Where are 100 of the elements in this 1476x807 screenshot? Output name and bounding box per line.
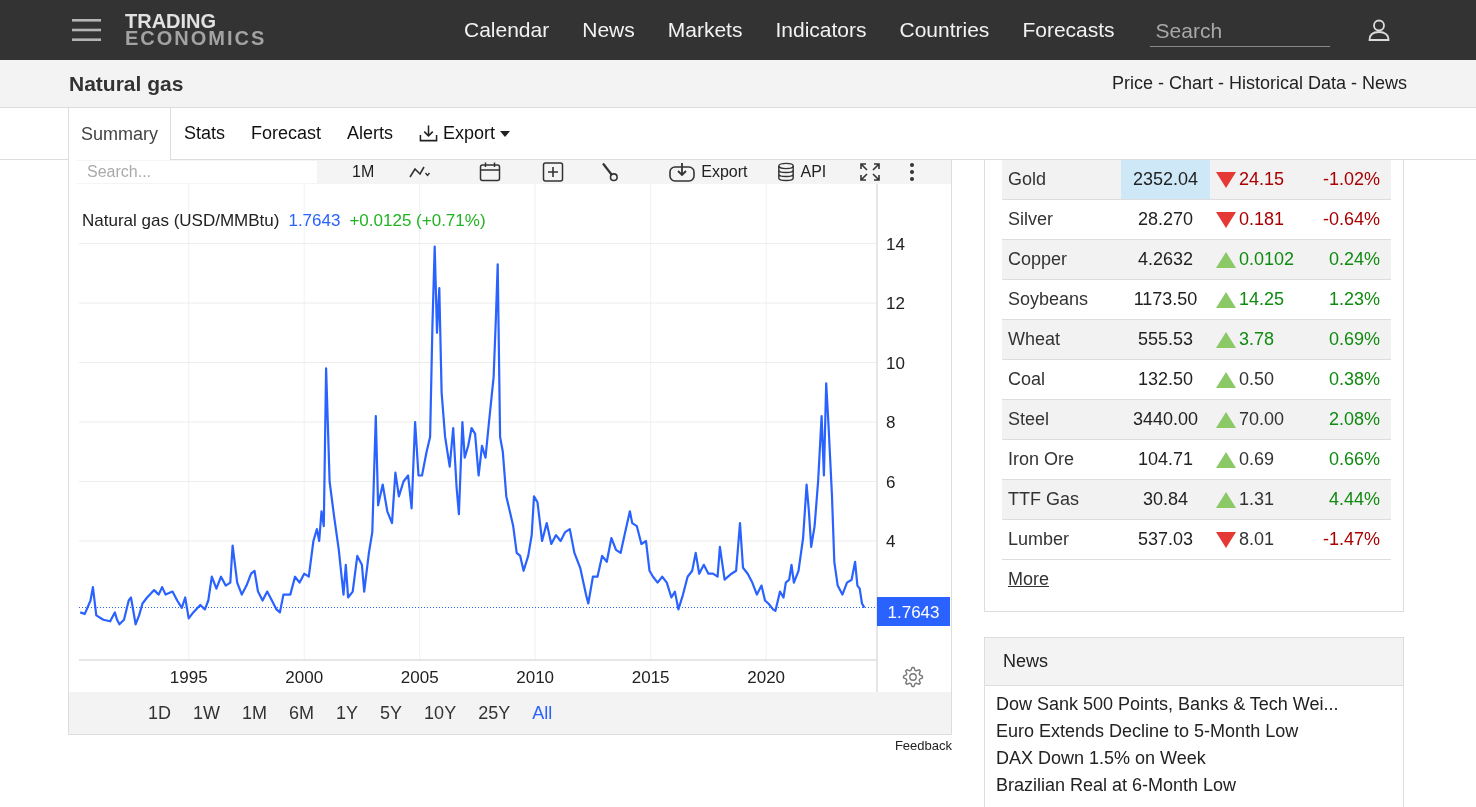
commodity-link[interactable]: Coal — [1002, 360, 1121, 399]
calendar-icon[interactable] — [479, 162, 502, 182]
x-axis-label: 2020 — [747, 668, 786, 687]
percent-change: -1.02% — [1322, 169, 1380, 190]
triangle-down-icon — [1216, 531, 1236, 548]
range-button[interactable]: All — [521, 702, 564, 724]
x-axis-label: 2000 — [285, 668, 324, 687]
percent-change: -0.64% — [1322, 209, 1380, 230]
price-cell-text: 1173.50 — [1132, 288, 1199, 311]
chart-search-field[interactable]: Search... — [77, 161, 317, 183]
range-button[interactable]: 25Y — [467, 702, 522, 724]
last-value: 1.7643 — [288, 211, 341, 231]
database-icon — [777, 162, 796, 182]
commodity-link[interactable]: Lumber — [1002, 520, 1121, 559]
percent-change: -1.47% — [1322, 529, 1380, 550]
price-cell-text: 537.03 — [1136, 528, 1195, 551]
section-link[interactable]: News — [1362, 73, 1407, 94]
headline-link[interactable]: Brazilian Real at 6-Month Low — [996, 772, 1237, 799]
export-button[interactable]: Export — [669, 162, 748, 182]
x-axis-label: 2015 — [631, 668, 670, 687]
range-button[interactable]: 1M — [231, 702, 279, 724]
nav-link[interactable]: Forecasts — [1022, 18, 1115, 42]
section-link[interactable]: Chart — [1168, 73, 1213, 94]
pin-icon[interactable] — [601, 162, 620, 182]
commodity-link[interactable]: Silver — [1002, 200, 1121, 239]
triangle-up-icon — [1216, 411, 1236, 428]
more-link[interactable]: More — [1008, 569, 1049, 590]
price-cell-text: 4.2632 — [1136, 248, 1195, 271]
triangle-up-icon — [1216, 371, 1236, 388]
range-button[interactable]: 1Y — [325, 702, 370, 724]
x-axis-label: 2010 — [516, 668, 555, 687]
triangle-up-icon — [1216, 331, 1236, 348]
line-chart-icon[interactable] — [409, 165, 432, 179]
range-button[interactable]: 10Y — [413, 702, 468, 724]
nav-link[interactable]: News — [582, 18, 635, 42]
settings-icon[interactable] — [902, 666, 924, 688]
search-field[interactable]: Search — [1149, 15, 1330, 47]
headline-link[interactable]: DAX Down 1.5% on Week — [996, 745, 1206, 772]
commodity-link[interactable]: Soybeans — [1002, 280, 1121, 319]
menu-icon[interactable] — [72, 19, 101, 41]
commodity-link[interactable]: Wheat — [1002, 320, 1121, 359]
section-link[interactable]: Historical Data — [1228, 73, 1346, 94]
price-cell-text: 104.71 — [1136, 448, 1195, 471]
triangle-up-icon — [1216, 451, 1236, 468]
link-separator: - — [1217, 73, 1224, 94]
range-button[interactable]: 5Y — [369, 702, 414, 724]
link-separator: - — [1157, 73, 1164, 94]
commodity-link[interactable]: Gold — [1002, 160, 1121, 199]
logo-text[interactable]: TRADING — [125, 12, 217, 30]
commodity-link[interactable]: Iron Ore — [1002, 440, 1121, 479]
y-axis-label: 4 — [886, 532, 896, 551]
y-axis-label: 8 — [886, 413, 896, 432]
nav-link[interactable]: Countries — [899, 18, 990, 42]
range-button[interactable]: 1W — [182, 702, 231, 724]
commodity-link[interactable]: TTF Gas — [1002, 480, 1121, 519]
change-value: 1.31 — [1239, 489, 1275, 510]
expand-icon[interactable] — [859, 162, 882, 182]
price-cell-text: 3440.00 — [1131, 408, 1200, 431]
range-button[interactable]: 1D — [137, 702, 182, 724]
tab[interactable]: Alerts — [334, 108, 407, 159]
api-button[interactable]: API — [777, 162, 827, 182]
more-options-icon[interactable] — [909, 162, 916, 182]
price-cell-text: 132.50 — [1136, 368, 1195, 391]
change-value: 8.01 — [1239, 529, 1275, 550]
x-axis-label: 2005 — [400, 668, 439, 687]
plus-square-icon[interactable] — [542, 162, 565, 182]
percent-change: 0.24% — [1328, 249, 1380, 270]
tab[interactable]: Forecast — [238, 108, 335, 159]
change-value: 0.181 — [1239, 209, 1285, 230]
x-axis-label: 1995 — [169, 668, 208, 687]
interval-button[interactable]: 1M — [352, 163, 375, 181]
change-value: 14.25 — [1239, 289, 1285, 310]
tab[interactable]: Stats — [171, 108, 239, 159]
commodity-link[interactable]: Copper — [1002, 240, 1121, 279]
nav-link[interactable]: Markets — [667, 18, 743, 42]
section-link[interactable]: Price — [1111, 73, 1153, 94]
y-axis-label: 6 — [886, 472, 896, 492]
change-value: 0.0102 — [1239, 249, 1295, 270]
commodity-link[interactable]: Steel — [1002, 400, 1121, 439]
y-axis-label: 14 — [886, 234, 905, 254]
feedback-link[interactable]: Feedback — [894, 738, 952, 753]
y-axis-label: 12 — [886, 294, 905, 313]
triangle-up-icon — [1216, 251, 1236, 268]
percent-change: 0.66% — [1328, 449, 1380, 470]
y-axis-label: 10 — [886, 353, 905, 373]
headline-link[interactable]: Euro Extends Decline to 5-Month Low — [996, 718, 1299, 745]
tab[interactable]: Summary — [68, 108, 171, 160]
logo-text[interactable]: ECONOMICS — [125, 29, 267, 47]
tab[interactable]: Export — [406, 108, 524, 159]
download-icon — [419, 124, 439, 143]
nav-link[interactable]: Indicators — [775, 18, 867, 42]
percent-change: 1.23% — [1328, 289, 1380, 310]
triangle-down-icon — [1216, 211, 1236, 228]
percent-change: 0.69% — [1328, 329, 1380, 350]
user-icon[interactable] — [1367, 19, 1390, 41]
nav-link[interactable]: Calendar — [464, 18, 550, 42]
headline-link[interactable]: Dow Sank 500 Points, Banks & Tech Wei... — [996, 691, 1339, 718]
caret-icon — [500, 130, 511, 137]
range-button[interactable]: 6M — [278, 702, 326, 724]
link-separator: - — [1351, 73, 1357, 94]
